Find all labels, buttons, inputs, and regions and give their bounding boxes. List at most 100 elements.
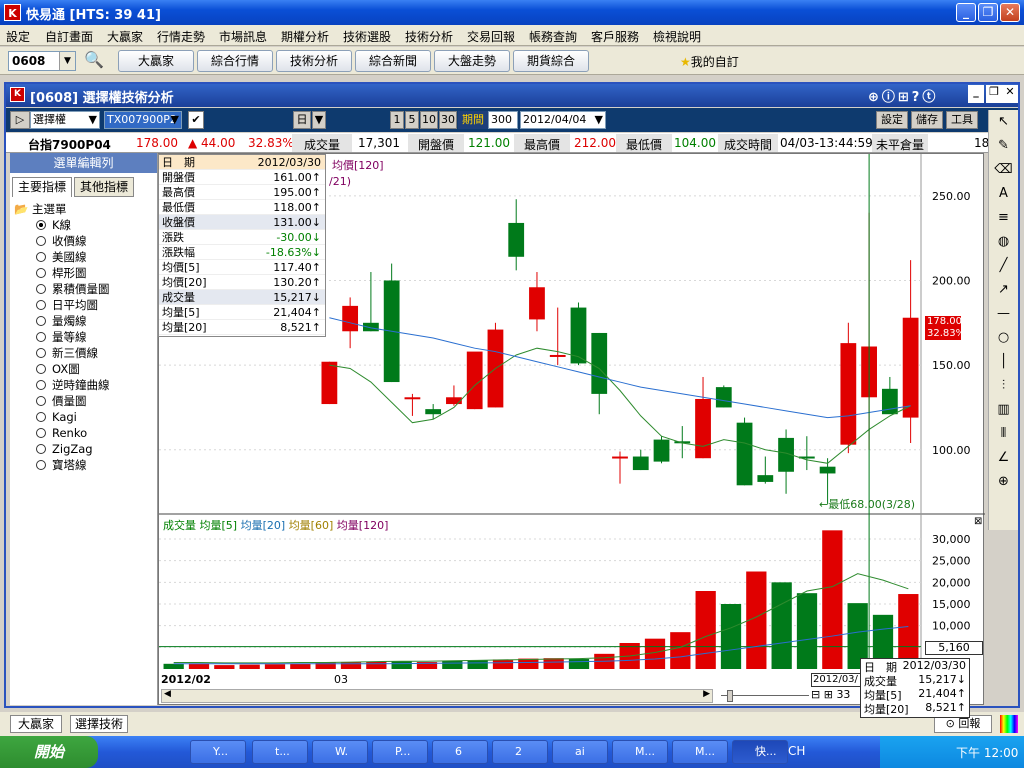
period-option[interactable]: 30 [439,111,457,129]
search-icon[interactable]: 🔍 [84,50,104,69]
menu-item[interactable]: 交易回報 [467,28,515,45]
vline-tool-icon[interactable]: │ [989,350,1018,374]
angle-tool-icon[interactable]: ∠ [989,446,1018,470]
start-button[interactable]: 開始 [0,736,98,768]
taskbar-item[interactable]: 6 [432,740,488,764]
subwindow-nav-icons[interactable]: ⊕ⓘ⊞?ⓣ [868,86,938,105]
zoom-in-icon[interactable]: ⊞ [824,688,833,701]
language-indicator[interactable]: CH [788,744,805,758]
tree-item[interactable]: 價量圖 [14,393,110,409]
subwindow-restore-button[interactable]: ❐ [986,85,1002,103]
menu-item[interactable]: 檢視說明 [653,28,701,45]
maximize-button[interactable]: ❐ [978,3,998,22]
curve-tool-icon[interactable]: ✎ [989,134,1018,158]
status-tab-winner[interactable]: 大贏家 [10,715,62,733]
subwindow-close-button[interactable]: ✕ [1002,85,1018,103]
taskbar-item[interactable]: 2 [492,740,548,764]
chevron-down-icon[interactable]: ▼ [59,52,75,70]
fib-tool-icon[interactable]: ⫶ [989,374,1018,398]
tree-item[interactable]: 量燭線 [14,313,110,329]
period-option[interactable]: 5 [405,111,419,129]
settings-button[interactable]: 設定 [876,111,908,129]
tools-button[interactable]: 工具 [946,111,978,129]
tab-other-indicators[interactable]: 其他指標 [74,177,134,197]
taskbar-item-active[interactable]: 快... [732,740,788,764]
toolbar-button[interactable]: 綜合新聞 [355,50,431,72]
menu-item[interactable]: 市場訊息 [219,28,267,45]
pointer-icon[interactable]: ↖ [989,110,1018,134]
horizontal-scrollbar[interactable]: ◀ ▶ [161,689,713,703]
tree-root[interactable]: 📂 主選單 [14,201,110,217]
zoom-slider[interactable] [721,689,809,703]
text-tool-icon[interactable]: A [989,182,1018,206]
menu-item[interactable]: 行情走勢 [157,28,205,45]
close-volume-pane-icon[interactable]: ⊠ [974,516,982,527]
tree-item[interactable]: 寶塔線 [14,457,110,473]
tree-item[interactable]: Kagi [14,409,110,425]
taskbar-item[interactable]: W. [312,740,368,764]
taskbar-item[interactable]: Y... [190,740,246,764]
period-option[interactable]: 10 [420,111,438,129]
subwindow-minimize-button[interactable]: _ [968,85,984,103]
zoom-slider-handle[interactable] [727,690,733,702]
toolbar-button[interactable]: 綜合行情 [197,50,273,72]
status-tab-option-tech-label[interactable]: 選擇技術 [70,715,128,733]
tree-item[interactable]: OX圖 [14,361,110,377]
date-select[interactable]: 2012/04/04 ▼ [520,111,606,129]
save-button[interactable]: 儲存 [911,111,943,129]
zoom-out-icon[interactable]: ⊟ [811,688,820,701]
menu-item[interactable]: 自訂畫面 [45,28,93,45]
minimize-button[interactable]: _ [956,3,976,22]
symbol-checkbox[interactable]: ✔ [188,111,204,129]
taskbar-item[interactable]: M... [672,740,728,764]
tree-item[interactable]: 累積價量圖 [14,281,110,297]
circle-tool-icon[interactable]: ○ [989,326,1018,350]
tree-item[interactable]: 新三價線 [14,345,110,361]
arrow-tool-icon[interactable]: ↗ [989,278,1018,302]
toolbar-button[interactable]: 大盤走勢 [434,50,510,72]
bars-tool-icon[interactable]: ⫴ [989,422,1018,446]
toolbar-button[interactable]: 大贏家 [118,50,194,72]
symbol-select[interactable]: TX007900P2 ▼ [104,111,182,129]
tree-item[interactable]: 日平均圖 [14,297,110,313]
taskbar-item[interactable]: ai [552,740,608,764]
menu-item[interactable]: 大贏家 [107,28,143,45]
tree-item[interactable]: 收價線 [14,233,110,249]
favorites-link[interactable]: ★我的自訂 [680,53,739,70]
period-day-button[interactable]: 日 [293,111,311,129]
zoom-tool-icon[interactable]: ⊕ [989,470,1018,494]
tree-item[interactable]: Renko [14,425,110,441]
period-input[interactable]: 300 [488,111,518,129]
tree-item[interactable]: 桿形圖 [14,265,110,281]
tree-item[interactable]: K線 [14,217,110,233]
menu-item[interactable]: 技術分析 [405,28,453,45]
menu-item[interactable]: 設定 [6,28,30,45]
color-palette-icon[interactable] [1000,715,1018,733]
eraser-icon[interactable]: ⌫ [989,158,1018,182]
zoom-controls[interactable]: ⊟ ⊞ 33 [811,688,850,701]
menu-item[interactable]: 客戶服務 [591,28,639,45]
period-option[interactable]: 1 [390,111,404,129]
menu-item[interactable]: 技術選股 [343,28,391,45]
fill-tool-icon[interactable]: ◍ [989,230,1018,254]
play-icon[interactable]: ▷ [10,111,30,129]
menu-item[interactable]: 帳務查詢 [529,28,577,45]
hline-tool-icon[interactable]: — [989,302,1018,326]
close-button[interactable]: ✕ [1000,3,1020,22]
grid-tool-icon[interactable]: ▥ [989,398,1018,422]
toolbar-button[interactable]: 技術分析 [276,50,352,72]
menu-item[interactable]: 期權分析 [281,28,329,45]
taskbar-item[interactable]: P... [372,740,428,764]
taskbar-item[interactable]: t... [252,740,308,764]
scroll-right-arrow[interactable]: ▶ [703,689,710,699]
stock-code-combo[interactable]: 0608 ▼ [8,51,76,71]
tab-main-indicators[interactable]: 主要指標 [12,177,72,197]
scroll-left-arrow[interactable]: ◀ [164,689,171,699]
tree-item[interactable]: 美國線 [14,249,110,265]
dropdown-arrow-button[interactable]: ▼ [312,111,326,129]
lines-tool-icon[interactable]: ≡ [989,206,1018,230]
type-select[interactable]: 選擇權 ▼ [30,111,100,129]
tree-item[interactable]: ZigZag [14,441,110,457]
tree-item[interactable]: 量等線 [14,329,110,345]
line-tool-icon[interactable]: ╱ [989,254,1018,278]
